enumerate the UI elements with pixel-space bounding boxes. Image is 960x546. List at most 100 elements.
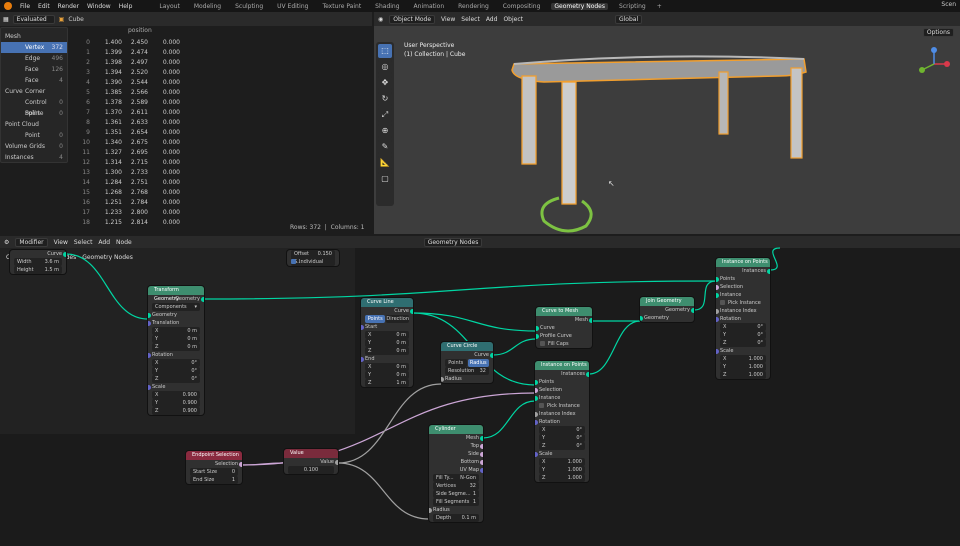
viewport-menu-add[interactable]: Add bbox=[486, 16, 498, 23]
checkbox[interactable] bbox=[539, 403, 544, 408]
node-editor-icon[interactable]: ⚙ bbox=[4, 239, 9, 246]
node-title[interactable]: Transform Geometry bbox=[148, 286, 204, 302]
node-endpoint[interactable]: Endpoint Selection Selection Start Size 0 En… bbox=[186, 451, 242, 484]
tab-modeling[interactable]: Modeling bbox=[191, 3, 224, 10]
domain-item[interactable]: Spline 0 bbox=[1, 108, 67, 119]
socket-icon[interactable] bbox=[589, 317, 592, 323]
tab-compositing[interactable]: Compositing bbox=[500, 3, 544, 10]
node-title[interactable]: Curve Circle bbox=[441, 342, 493, 351]
socket-icon[interactable] bbox=[716, 284, 719, 290]
node-curve-line[interactable]: Curve Line Curve Points Direction Start X 0 mY… bbox=[361, 298, 413, 387]
value-field[interactable]: Z 1.000 bbox=[539, 474, 585, 482]
socket-icon[interactable] bbox=[767, 268, 770, 274]
value-field[interactable]: Y 0 m bbox=[365, 339, 409, 347]
node-title[interactable]: Curve to Mesh bbox=[536, 307, 592, 316]
value-field[interactable]: Z 1 m bbox=[365, 379, 409, 387]
socket-icon[interactable] bbox=[480, 459, 483, 465]
viewport-menu-view[interactable]: View bbox=[441, 16, 455, 23]
value-field[interactable]: Y 0.900 bbox=[152, 399, 200, 407]
socket-icon[interactable] bbox=[361, 356, 364, 362]
node-transform[interactable]: Transform Geometry Geometry Components ▾ Geo… bbox=[148, 286, 204, 415]
move-icon[interactable]: ✥ bbox=[378, 76, 392, 90]
tab-geometry-nodes[interactable]: Geometry Nodes bbox=[551, 2, 609, 10]
viewport-editor-icon[interactable]: ◉ bbox=[378, 16, 383, 23]
socket-icon[interactable] bbox=[716, 308, 719, 314]
tab-texture-paint[interactable]: Texture Paint bbox=[319, 3, 364, 10]
domain-item[interactable]: Control Point 0 bbox=[1, 97, 67, 117]
socket-icon[interactable] bbox=[535, 395, 538, 401]
node-menu-add[interactable]: Add bbox=[98, 239, 110, 246]
value-field[interactable]: Side Segme... 1 bbox=[433, 490, 479, 498]
mode-toggle[interactable]: Points Radius bbox=[445, 359, 489, 367]
spreadsheet-editor-icon[interactable]: ▦ bbox=[3, 16, 9, 23]
value-field[interactable]: Y 1.000 bbox=[720, 363, 766, 371]
node-menu-node[interactable]: Node bbox=[116, 239, 132, 246]
value-field[interactable]: X 0.900 bbox=[152, 391, 200, 399]
socket-icon[interactable] bbox=[535, 451, 538, 457]
socket-icon[interactable] bbox=[361, 324, 364, 330]
value-field[interactable]: Fill Ty... N-Gon bbox=[433, 474, 479, 482]
domain-item[interactable]: Instances 4 bbox=[1, 152, 67, 163]
socket-icon[interactable] bbox=[716, 292, 719, 298]
mode-toggle[interactable]: Points Direction bbox=[365, 315, 409, 323]
node-title[interactable]: Instance on Points bbox=[716, 258, 770, 267]
socket-icon[interactable] bbox=[335, 459, 338, 465]
socket-icon[interactable] bbox=[148, 320, 151, 326]
socket-icon[interactable] bbox=[148, 352, 151, 358]
options-button[interactable]: Options bbox=[922, 28, 954, 37]
socket-icon[interactable] bbox=[536, 333, 539, 339]
node-title[interactable]: Curve Line bbox=[361, 298, 413, 307]
socket-icon[interactable] bbox=[441, 376, 444, 382]
socket-icon[interactable] bbox=[716, 316, 719, 322]
value-field[interactable]: Z 1.000 bbox=[720, 371, 766, 379]
domain-item[interactable]: Point Cloud bbox=[1, 119, 67, 130]
node-curve-to-mesh[interactable]: Curve to Mesh Mesh Curve Profile Curve Fill … bbox=[536, 307, 592, 348]
value-field[interactable]: Y 0° bbox=[152, 367, 200, 375]
node-menu-view[interactable]: View bbox=[54, 239, 68, 246]
socket-icon[interactable] bbox=[691, 307, 694, 313]
menu-help[interactable]: Help bbox=[119, 3, 133, 10]
node-menu-select[interactable]: Select bbox=[74, 239, 93, 246]
evaluation-mode-dropdown[interactable]: Evaluated bbox=[12, 14, 55, 24]
checkbox[interactable] bbox=[540, 341, 545, 346]
rotate-icon[interactable]: ↻ bbox=[378, 92, 392, 106]
value-field[interactable]: 0.100 bbox=[288, 466, 334, 474]
value-field[interactable]: Z 0 m bbox=[365, 347, 409, 355]
mode-option[interactable]: Points bbox=[445, 359, 467, 367]
socket-icon[interactable] bbox=[716, 348, 719, 354]
value-field[interactable]: Z 0 m bbox=[152, 343, 200, 351]
tab-rendering[interactable]: Rendering bbox=[455, 3, 492, 10]
node-value[interactable]: Value Value 0.100 bbox=[284, 449, 338, 474]
editor-type-dropdown[interactable]: Modifier bbox=[15, 237, 48, 247]
socket-icon[interactable] bbox=[201, 296, 204, 302]
socket-icon[interactable] bbox=[535, 387, 538, 393]
node-curve-circle[interactable]: Curve Circle Curve Points Radius Resolution 3… bbox=[441, 342, 493, 383]
tab-animation[interactable]: Animation bbox=[411, 3, 448, 10]
socket-icon[interactable] bbox=[63, 251, 66, 257]
mode-dropdown[interactable]: Components ▾ bbox=[152, 303, 200, 311]
socket-icon[interactable] bbox=[239, 461, 242, 467]
value-field[interactable]: Vertices 32 bbox=[433, 482, 479, 490]
scale-icon[interactable]: ⤢ bbox=[378, 108, 392, 122]
value-field[interactable]: X 1.000 bbox=[539, 458, 585, 466]
domain-item[interactable]: Face Corner 4 bbox=[1, 75, 67, 95]
add-cube-icon[interactable]: ▢ bbox=[378, 172, 392, 186]
node-title[interactable]: Value bbox=[284, 449, 338, 458]
mode-option[interactable]: Points bbox=[365, 315, 386, 323]
navigation-gizmo-icon[interactable] bbox=[914, 44, 954, 84]
node-iop1[interactable]: Instance on Points Instances Points Selecti… bbox=[716, 258, 770, 379]
cursor-icon[interactable]: ◎ bbox=[378, 60, 392, 74]
socket-icon[interactable] bbox=[490, 352, 493, 358]
domain-item[interactable]: Volume Grids 0 bbox=[1, 141, 67, 152]
node-offset[interactable]: Offset S... 0.150 Individual bbox=[287, 250, 339, 266]
value-field[interactable]: Z 0° bbox=[152, 375, 200, 383]
socket-icon[interactable] bbox=[480, 451, 483, 457]
value-field[interactable]: X 1.000 bbox=[720, 355, 766, 363]
value-field[interactable]: Z 0.900 bbox=[152, 407, 200, 415]
mode-option[interactable]: Direction bbox=[386, 315, 409, 323]
value-field[interactable]: Z 0° bbox=[539, 442, 585, 450]
tab-layout[interactable]: Layout bbox=[156, 3, 182, 10]
node-title[interactable]: Endpoint Selection bbox=[186, 451, 242, 460]
node-input-sizes[interactable]: Curve Width 3.6 m Height 1.5 m bbox=[10, 250, 66, 274]
value-field[interactable]: Height 1.5 m bbox=[14, 266, 62, 274]
